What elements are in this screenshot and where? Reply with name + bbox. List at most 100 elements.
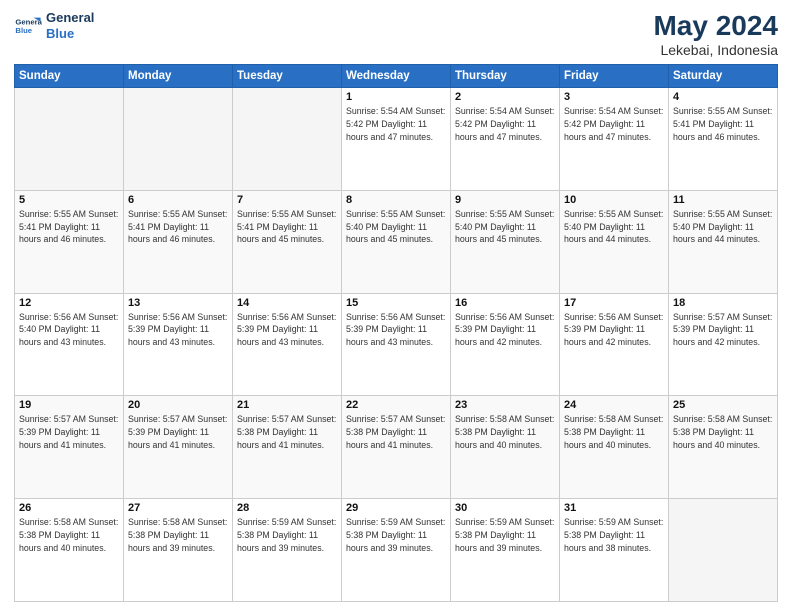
day-info: Sunrise: 5:57 AM Sunset: 5:39 PM Dayligh… bbox=[128, 413, 228, 451]
day-info: Sunrise: 5:57 AM Sunset: 5:39 PM Dayligh… bbox=[19, 413, 119, 451]
day-number: 20 bbox=[128, 399, 228, 411]
day-number: 9 bbox=[455, 194, 555, 206]
day-info: Sunrise: 5:55 AM Sunset: 5:41 PM Dayligh… bbox=[19, 208, 119, 246]
day-number: 22 bbox=[346, 399, 446, 411]
day-cell: 29 Sunrise: 5:59 AM Sunset: 5:38 PM Dayli… bbox=[342, 499, 451, 602]
day-info: Sunrise: 5:59 AM Sunset: 5:38 PM Dayligh… bbox=[346, 516, 446, 554]
day-cell: 31Sunrise: 5:59 AM Sunset: 5:38 PM Dayli… bbox=[560, 499, 669, 602]
day-number: 19 bbox=[19, 399, 119, 411]
calendar-header-row: SundayMondayTuesdayWednesdayThursdayFrid… bbox=[15, 65, 778, 88]
day-cell bbox=[15, 88, 124, 191]
logo: General Blue General Blue bbox=[14, 10, 94, 41]
day-number: 10 bbox=[564, 194, 664, 206]
col-header-thursday: Thursday bbox=[451, 65, 560, 88]
day-number: 12 bbox=[19, 297, 119, 309]
day-info: Sunrise: 5:59 AM Sunset: 5:38 PM Dayligh… bbox=[564, 516, 664, 554]
day-cell: 25 Sunrise: 5:58 AM Sunset: 5:38 PM Dayli… bbox=[669, 396, 778, 499]
day-number: 30 bbox=[455, 502, 555, 514]
day-cell bbox=[124, 88, 233, 191]
day-cell: 13 Sunrise: 5:56 AM Sunset: 5:39 PM Dayli… bbox=[124, 293, 233, 396]
day-number: 29 bbox=[346, 502, 446, 514]
logo-text: General Blue bbox=[46, 10, 94, 41]
day-cell: 3 Sunrise: 5:54 AM Sunset: 5:42 PM Daylig… bbox=[560, 88, 669, 191]
day-info: Sunrise: 5:54 AM Sunset: 5:42 PM Dayligh… bbox=[564, 105, 664, 143]
day-info: Sunrise: 5:57 AM Sunset: 5:39 PM Dayligh… bbox=[673, 311, 773, 349]
day-cell: 14 Sunrise: 5:56 AM Sunset: 5:39 PM Dayli… bbox=[233, 293, 342, 396]
day-cell: 17 Sunrise: 5:56 AM Sunset: 5:39 PM Dayli… bbox=[560, 293, 669, 396]
day-info: Sunrise: 5:58 AM Sunset: 5:38 PM Dayligh… bbox=[128, 516, 228, 554]
day-cell: 30 Sunrise: 5:59 AM Sunset: 5:38 PM Dayli… bbox=[451, 499, 560, 602]
day-cell: 21 Sunrise: 5:57 AM Sunset: 5:38 PM Dayli… bbox=[233, 396, 342, 499]
logo-line2: Blue bbox=[46, 26, 74, 41]
day-info: Sunrise: 5:56 AM Sunset: 5:39 PM Dayligh… bbox=[455, 311, 555, 349]
day-info: Sunrise: 5:56 AM Sunset: 5:39 PM Dayligh… bbox=[346, 311, 446, 349]
day-cell: 24 Sunrise: 5:58 AM Sunset: 5:38 PM Dayli… bbox=[560, 396, 669, 499]
day-info: Sunrise: 5:57 AM Sunset: 5:38 PM Dayligh… bbox=[237, 413, 337, 451]
day-number: 5 bbox=[19, 194, 119, 206]
week-row-5: 26 Sunrise: 5:58 AM Sunset: 5:38 PM Dayli… bbox=[15, 499, 778, 602]
day-number: 13 bbox=[128, 297, 228, 309]
svg-text:Blue: Blue bbox=[15, 26, 32, 35]
day-cell: 6Sunrise: 5:55 AM Sunset: 5:41 PM Daylig… bbox=[124, 190, 233, 293]
day-number: 28 bbox=[237, 502, 337, 514]
day-number: 14 bbox=[237, 297, 337, 309]
day-info: Sunrise: 5:55 AM Sunset: 5:41 PM Dayligh… bbox=[673, 105, 773, 143]
day-number: 8 bbox=[346, 194, 446, 206]
day-number: 25 bbox=[673, 399, 773, 411]
day-number: 26 bbox=[19, 502, 119, 514]
day-cell: 20 Sunrise: 5:57 AM Sunset: 5:39 PM Dayli… bbox=[124, 396, 233, 499]
day-cell: 5 Sunrise: 5:55 AM Sunset: 5:41 PM Daylig… bbox=[15, 190, 124, 293]
day-cell: 11Sunrise: 5:55 AM Sunset: 5:40 PM Dayli… bbox=[669, 190, 778, 293]
day-cell: 4 Sunrise: 5:55 AM Sunset: 5:41 PM Daylig… bbox=[669, 88, 778, 191]
day-number: 24 bbox=[564, 399, 664, 411]
day-cell bbox=[233, 88, 342, 191]
day-number: 27 bbox=[128, 502, 228, 514]
day-cell: 1Sunrise: 5:54 AM Sunset: 5:42 PM Daylig… bbox=[342, 88, 451, 191]
day-cell: 15Sunrise: 5:56 AM Sunset: 5:39 PM Dayli… bbox=[342, 293, 451, 396]
col-header-wednesday: Wednesday bbox=[342, 65, 451, 88]
col-header-friday: Friday bbox=[560, 65, 669, 88]
day-info: Sunrise: 5:55 AM Sunset: 5:41 PM Dayligh… bbox=[237, 208, 337, 246]
day-info: Sunrise: 5:56 AM Sunset: 5:39 PM Dayligh… bbox=[237, 311, 337, 349]
day-cell: 23 Sunrise: 5:58 AM Sunset: 5:38 PM Dayli… bbox=[451, 396, 560, 499]
day-info: Sunrise: 5:59 AM Sunset: 5:38 PM Dayligh… bbox=[237, 516, 337, 554]
logo-icon: General Blue bbox=[14, 12, 42, 40]
day-cell: 8Sunrise: 5:55 AM Sunset: 5:40 PM Daylig… bbox=[342, 190, 451, 293]
day-number: 17 bbox=[564, 297, 664, 309]
day-info: Sunrise: 5:55 AM Sunset: 5:40 PM Dayligh… bbox=[564, 208, 664, 246]
day-info: Sunrise: 5:59 AM Sunset: 5:38 PM Dayligh… bbox=[455, 516, 555, 554]
day-info: Sunrise: 5:56 AM Sunset: 5:39 PM Dayligh… bbox=[564, 311, 664, 349]
day-cell: 12 Sunrise: 5:56 AM Sunset: 5:40 PM Dayli… bbox=[15, 293, 124, 396]
day-number: 21 bbox=[237, 399, 337, 411]
day-info: Sunrise: 5:55 AM Sunset: 5:41 PM Dayligh… bbox=[128, 208, 228, 246]
day-info: Sunrise: 5:55 AM Sunset: 5:40 PM Dayligh… bbox=[673, 208, 773, 246]
logo-line1: General bbox=[46, 10, 94, 25]
day-cell: 28 Sunrise: 5:59 AM Sunset: 5:38 PM Dayli… bbox=[233, 499, 342, 602]
week-row-3: 12 Sunrise: 5:56 AM Sunset: 5:40 PM Dayli… bbox=[15, 293, 778, 396]
calendar: SundayMondayTuesdayWednesdayThursdayFrid… bbox=[14, 64, 778, 602]
day-cell: 27 Sunrise: 5:58 AM Sunset: 5:38 PM Dayli… bbox=[124, 499, 233, 602]
col-header-tuesday: Tuesday bbox=[233, 65, 342, 88]
day-cell: 9 Sunrise: 5:55 AM Sunset: 5:40 PM Daylig… bbox=[451, 190, 560, 293]
day-number: 7 bbox=[237, 194, 337, 206]
day-cell: 10 Sunrise: 5:55 AM Sunset: 5:40 PM Dayli… bbox=[560, 190, 669, 293]
col-header-sunday: Sunday bbox=[15, 65, 124, 88]
subtitle: Lekebai, Indonesia bbox=[653, 42, 778, 58]
day-info: Sunrise: 5:55 AM Sunset: 5:40 PM Dayligh… bbox=[455, 208, 555, 246]
day-number: 23 bbox=[455, 399, 555, 411]
day-number: 16 bbox=[455, 297, 555, 309]
day-info: Sunrise: 5:56 AM Sunset: 5:39 PM Dayligh… bbox=[128, 311, 228, 349]
day-info: Sunrise: 5:54 AM Sunset: 5:42 PM Dayligh… bbox=[455, 105, 555, 143]
day-info: Sunrise: 5:54 AM Sunset: 5:42 PM Dayligh… bbox=[346, 105, 446, 143]
day-info: Sunrise: 5:58 AM Sunset: 5:38 PM Dayligh… bbox=[564, 413, 664, 451]
day-info: Sunrise: 5:58 AM Sunset: 5:38 PM Dayligh… bbox=[455, 413, 555, 451]
day-info: Sunrise: 5:56 AM Sunset: 5:40 PM Dayligh… bbox=[19, 311, 119, 349]
day-cell: 16 Sunrise: 5:56 AM Sunset: 5:39 PM Dayli… bbox=[451, 293, 560, 396]
col-header-monday: Monday bbox=[124, 65, 233, 88]
day-cell: 2Sunrise: 5:54 AM Sunset: 5:42 PM Daylig… bbox=[451, 88, 560, 191]
day-number: 3 bbox=[564, 91, 664, 103]
day-number: 4 bbox=[673, 91, 773, 103]
day-cell bbox=[669, 499, 778, 602]
day-info: Sunrise: 5:58 AM Sunset: 5:38 PM Dayligh… bbox=[673, 413, 773, 451]
week-row-2: 5 Sunrise: 5:55 AM Sunset: 5:41 PM Daylig… bbox=[15, 190, 778, 293]
